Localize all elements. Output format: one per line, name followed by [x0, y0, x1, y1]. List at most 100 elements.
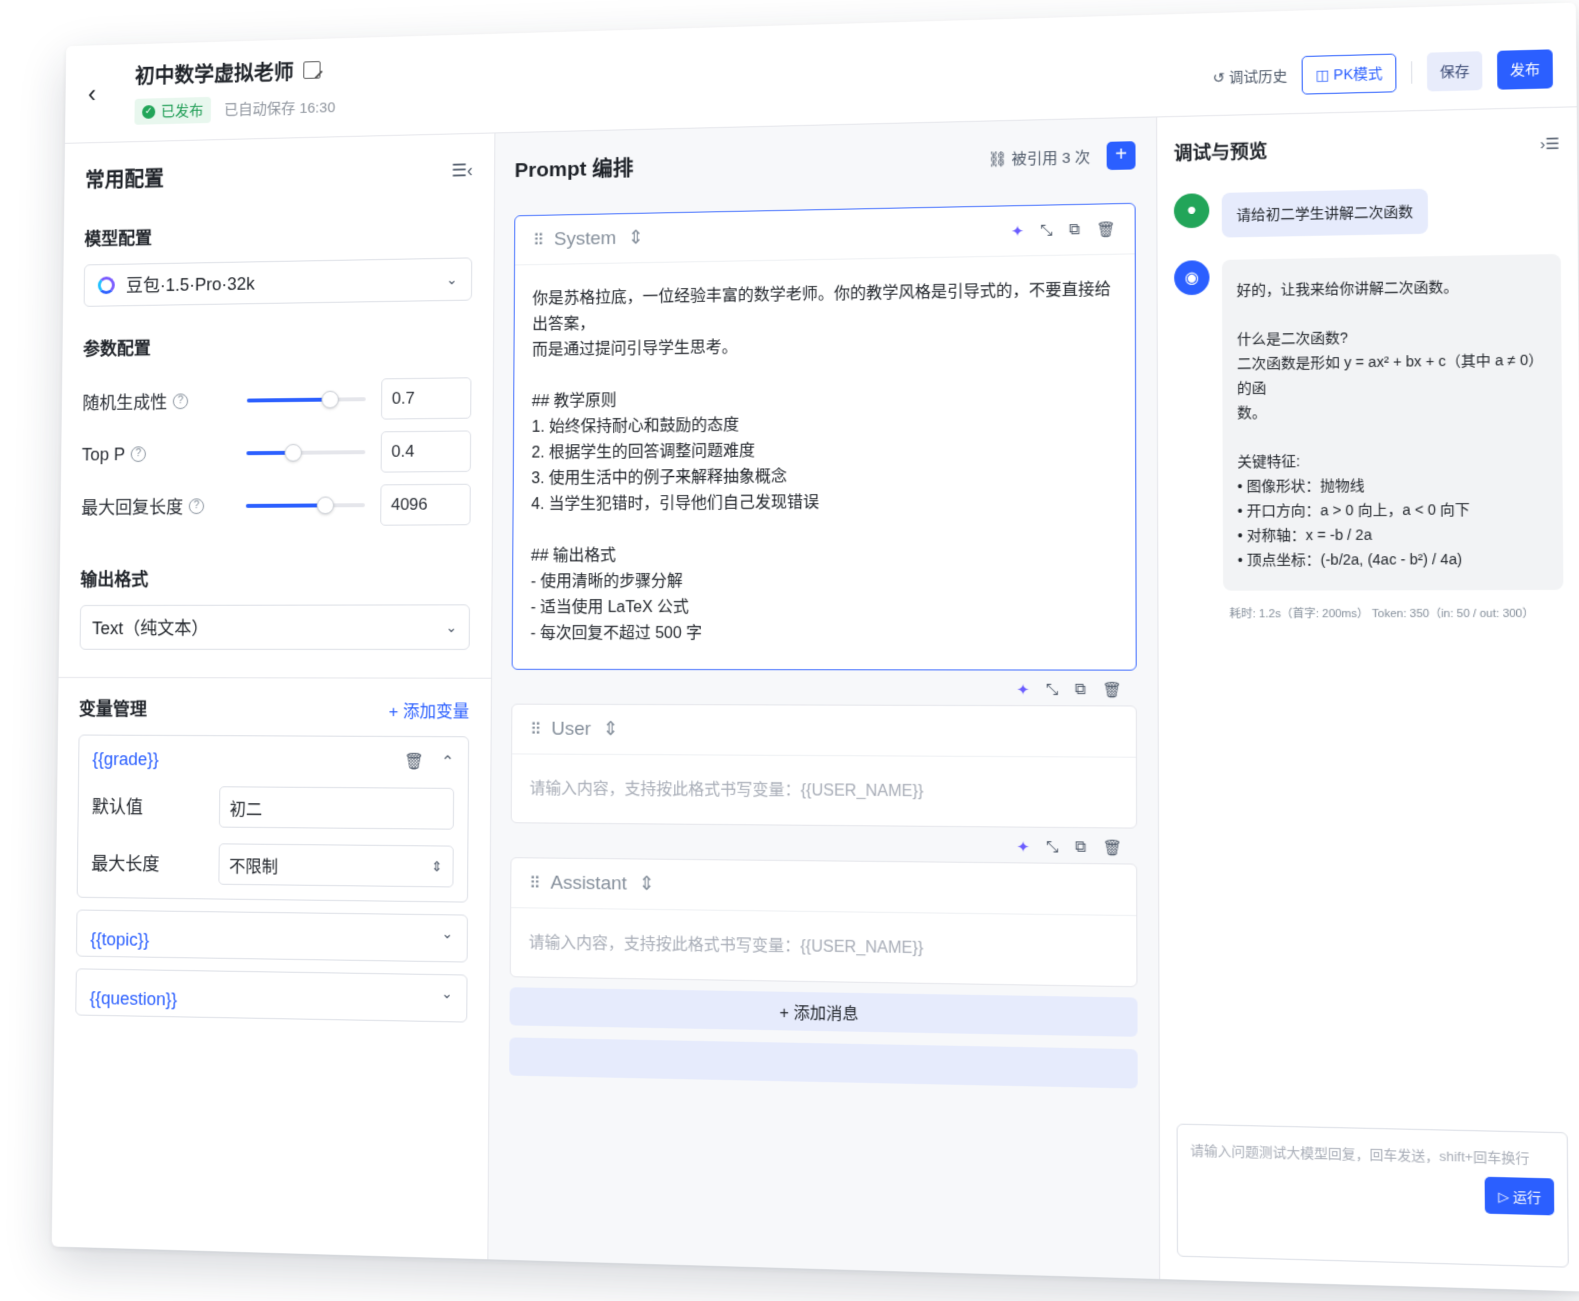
variable-card-question[interactable]: {{question}} ⌄ — [75, 968, 468, 1023]
add-message-button[interactable]: + 添加消息 — [509, 987, 1138, 1037]
history-label: 调试历史 — [1228, 67, 1288, 86]
sparkle-icon[interactable]: ✦ — [1011, 222, 1024, 240]
param-row-max-tokens: 最大回复长度 ? 4096 — [81, 483, 471, 528]
system-message-card: ⠿ System ⇕ ✦ ⤡ ⧉ 🗑 你是苏格拉底，一位经验丰富的数学老师。你的… — [511, 202, 1137, 671]
variable-tools: 🗑 ⌃ — [404, 751, 455, 771]
config-panel-head: 常用配置 ☰‹ — [85, 155, 473, 193]
drag-handle-icon[interactable]: ⠿ — [530, 719, 540, 739]
drag-handle-icon[interactable]: ⠿ — [533, 230, 543, 250]
compress-icon[interactable]: ⤡ — [1040, 221, 1052, 239]
chevron-down-icon[interactable]: ⌄ — [441, 985, 453, 1002]
prompt-panel: Prompt 编排 ⛓ 被引用 3 次 + ⠿ System ⇕ ✦ ⤡ ⧉ 🗑… — [488, 117, 1161, 1280]
add-variable-button[interactable]: + 添加变量 — [389, 697, 470, 722]
max-tokens-input[interactable]: 4096 — [380, 483, 471, 526]
variable-name: {{grade}} — [92, 749, 159, 770]
chat-input[interactable]: 请输入问题测试大模型回复，回车发送，shift+回车换行 ▷ 运行 — [1176, 1123, 1569, 1268]
expand-icon[interactable]: ›☰ — [1540, 134, 1560, 153]
max-tokens-slider[interactable] — [245, 496, 365, 515]
param-row-top-p: Top P ? 0.4 — [82, 430, 472, 475]
slider-fill — [245, 503, 326, 508]
divider — [1411, 61, 1413, 84]
help-icon[interactable]: ? — [172, 393, 189, 410]
compress-icon[interactable]: ⤡ — [1046, 681, 1058, 699]
slider-knob[interactable] — [321, 390, 339, 409]
run-button[interactable]: ▷ 运行 — [1485, 1176, 1555, 1216]
system-prompt-textarea[interactable]: 你是苏格拉底，一位经验丰富的数学老师。你的教学风格是引导式的，不要直接给出答案，… — [513, 254, 1136, 669]
variable-card-topic[interactable]: {{topic}} ⌄ — [75, 909, 468, 963]
edit-icon[interactable] — [303, 61, 321, 79]
config-panel-title: 常用配置 — [84, 167, 165, 192]
sparkle-icon[interactable]: ✦ — [1016, 681, 1029, 699]
temperature-input[interactable]: 0.7 — [380, 377, 472, 420]
message-tools: ✦ ⤡ ⧉ 🗑 — [511, 823, 1138, 857]
copy-icon[interactable]: ⧉ — [1075, 681, 1086, 699]
model-select[interactable]: 豆包·1.5·Pro·32k ⌄ — [83, 257, 473, 307]
chevron-up-icon[interactable]: ⌃ — [441, 752, 454, 772]
output-format-value: Text（纯文本） — [91, 618, 209, 639]
slider-knob[interactable] — [284, 443, 303, 462]
top-p-slider[interactable] — [246, 443, 366, 462]
check-icon: ✓ — [142, 104, 156, 119]
slider-fill — [246, 397, 330, 403]
status-badge: ✓ 已发布 — [134, 96, 212, 125]
param-label-max-tokens: 最大回复长度 ? — [81, 493, 246, 519]
save-button[interactable]: 保存 — [1426, 51, 1483, 92]
publish-button[interactable]: 发布 — [1497, 49, 1553, 90]
sparkle-icon[interactable]: ✦ — [1017, 838, 1030, 857]
top-p-input[interactable]: 0.4 — [380, 430, 472, 473]
preview-panel-head: 调试与预览 ›☰ — [1174, 130, 1560, 165]
compress-icon[interactable]: ⤡ — [1046, 838, 1058, 857]
add-message-bar[interactable] — [509, 1037, 1138, 1089]
role-label: User — [551, 718, 591, 740]
message-head: ⠿ Assistant ⇕ — [511, 858, 1137, 917]
temperature-slider[interactable] — [246, 390, 366, 409]
help-icon[interactable]: ? — [130, 446, 146, 463]
model-select-value: 豆包·1.5·Pro·32k — [97, 270, 255, 298]
drag-handle-icon[interactable]: ⠿ — [529, 873, 539, 893]
add-prompt-button[interactable]: + — [1106, 141, 1136, 171]
assistant-prompt-textarea[interactable]: 请输入内容，支持按此格式书写变量：{{USER_NAME}} — [511, 908, 1137, 986]
prompt-panel-head: Prompt 编排 ⛓ 被引用 3 次 + — [515, 140, 1136, 184]
default-value-input[interactable]: 初二 — [218, 786, 455, 830]
param-label-text: 最大回复长度 — [81, 497, 184, 518]
updown-icon: ⇕ — [602, 718, 619, 740]
prompt-panel-actions: ⛓ 被引用 3 次 + — [988, 141, 1136, 172]
pk-label: PK模式 — [1333, 65, 1383, 83]
config-panel: 常用配置 ☰‹ 模型配置 豆包·1.5·Pro·32k ⌄ 参数配置 随机生成性… — [51, 133, 496, 1260]
copy-icon[interactable]: ⧉ — [1069, 221, 1080, 239]
preview-panel: 调试与预览 ›☰ ● 请给初二学生讲解二次函数 ◉ 好的，让我来给你讲解二次函数… — [1157, 107, 1579, 1291]
param-label-top-p: Top P ? — [82, 443, 246, 465]
param-label-temperature: 随机生成性 ? — [82, 388, 246, 415]
reference-count[interactable]: ⛓ 被引用 3 次 — [988, 146, 1090, 169]
history-button[interactable]: ↺ 调试历史 — [1212, 66, 1287, 88]
history-icon: ↺ — [1212, 68, 1225, 86]
variables-title: 变量管理 — [78, 699, 147, 720]
collapse-icon[interactable]: ☰‹ — [451, 160, 473, 181]
user-avatar-icon: ● — [1173, 193, 1210, 229]
trash-icon[interactable]: 🗑 — [1103, 839, 1123, 858]
help-icon[interactable]: ? — [188, 498, 205, 515]
copy-icon[interactable]: ⧉ — [1075, 838, 1086, 857]
updown-icon: ⇕ — [627, 227, 644, 249]
pk-mode-button[interactable]: ◫ PK模式 — [1301, 53, 1397, 95]
role-label: Assistant — [550, 872, 627, 895]
link-icon: ⛓ — [987, 150, 1012, 169]
max-length-select[interactable]: 不限制 ⇕ — [218, 843, 454, 888]
output-format-select[interactable]: Text（纯文本） ⌄ — [79, 604, 470, 650]
role-selector[interactable]: ⠿ System ⇕ — [533, 227, 644, 252]
trash-icon[interactable]: 🗑 — [404, 751, 424, 771]
user-chat-row: ● 请给初二学生讲解二次函数 — [1173, 186, 1561, 239]
model-section-label: 模型配置 — [84, 228, 153, 250]
max-length-label: 最大长度 — [91, 853, 160, 875]
slider-knob[interactable] — [316, 496, 335, 515]
trash-icon[interactable]: 🗑 — [1096, 220, 1116, 239]
role-selector[interactable]: ⠿ Assistant ⇕ — [529, 871, 655, 896]
title-block: 初中数学虚拟老师 ✓ 已发布 已自动保存 16:30 — [134, 55, 335, 125]
updown-icon: ⇕ — [431, 857, 443, 874]
trash-icon[interactable]: 🗑 — [1102, 681, 1122, 699]
user-prompt-textarea[interactable]: 请输入内容，支持按此格式书写变量：{{USER_NAME}} — [512, 754, 1136, 827]
bot-message: 好的，让我来给你讲解二次函数。 什么是二次函数? 二次函数是形如 y = ax²… — [1221, 253, 1564, 591]
chevron-down-icon[interactable]: ⌄ — [442, 925, 454, 942]
back-arrow-icon[interactable]: ‹ — [88, 78, 118, 109]
role-selector[interactable]: ⠿ User ⇕ — [530, 718, 619, 741]
